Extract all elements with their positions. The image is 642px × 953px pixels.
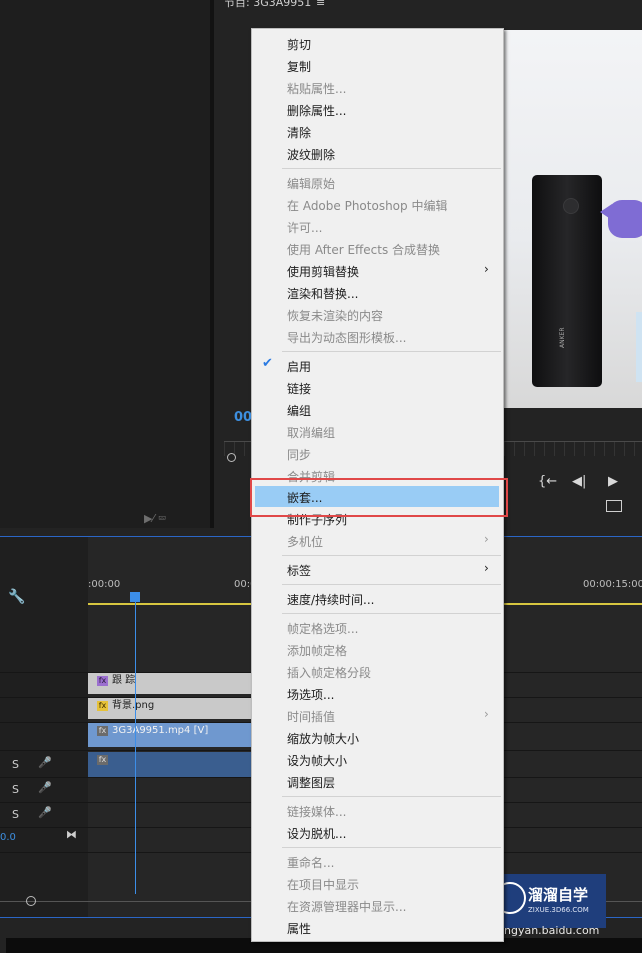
menu-item-make-offline[interactable]: 设为脱机...: [287, 825, 346, 842]
zoom-handle[interactable]: [26, 896, 36, 906]
left-panel: [0, 0, 210, 528]
left-panel-icons[interactable]: ▶⁄ ⮹: [144, 512, 167, 526]
clip-tracking[interactable]: fx 跟 踪: [88, 673, 253, 694]
ruler-label-end: 00:00:15:00: [583, 579, 642, 590]
menu-item-adjustment-layer[interactable]: 调整图层: [287, 774, 335, 791]
device-button-image: [563, 198, 579, 214]
menu-item-set-to-frame-size[interactable]: 设为帧大小: [287, 752, 347, 769]
device-brand-text: ANKER: [559, 327, 566, 349]
clip-name: 背景.png: [112, 700, 155, 711]
menu-item-properties[interactable]: 属性: [287, 920, 311, 937]
menu-separator: [282, 555, 501, 556]
program-monitor-title[interactable]: 节目: 3G3A9951: [224, 0, 311, 10]
clip-background-png[interactable]: fx 背景.png: [88, 698, 253, 719]
menu-item-insert-frame-hold-segment[interactable]: 插入帧定格分段: [287, 664, 371, 681]
watermark-site: ngyan.baidu.com: [504, 924, 600, 937]
menu-item-link-media[interactable]: 链接媒体...: [287, 803, 346, 820]
mic-icon[interactable]: 🎤: [38, 806, 52, 819]
submenu-arrow-icon: ›: [484, 532, 489, 546]
menu-item-multi-camera[interactable]: 多机位: [287, 533, 323, 550]
menu-separator: [282, 613, 501, 614]
speech-bubble: [608, 200, 642, 238]
fx-badge: fx: [97, 701, 108, 711]
clip-audio[interactable]: fx: [88, 752, 253, 777]
fx-badge: fx: [97, 726, 108, 736]
annotation-highlight-box: [250, 478, 508, 517]
fx-badge: fx: [97, 755, 108, 765]
menu-item-reveal-in-explorer[interactable]: 在资源管理器中显示...: [287, 898, 406, 915]
menu-item-label[interactable]: 标签: [287, 562, 311, 579]
menu-item-scale-to-frame-size[interactable]: 缩放为帧大小: [287, 730, 359, 747]
step-back-button[interactable]: ◀|: [572, 474, 586, 489]
solo-button[interactable]: S: [12, 783, 19, 796]
menu-item-reveal-in-project[interactable]: 在项目中显示: [287, 876, 359, 893]
clip-name: 跟 踪: [112, 675, 136, 686]
menu-separator: [282, 847, 501, 848]
submenu-arrow-icon: ›: [484, 561, 489, 575]
menu-separator: [282, 584, 501, 585]
menu-item-time-interpolation[interactable]: 时间插值: [287, 708, 335, 725]
ruler-label-start: :00:00: [88, 579, 121, 590]
go-to-in-button[interactable]: {←: [538, 474, 557, 489]
export-frame-icon[interactable]: [606, 500, 622, 512]
menu-item-speed-duration[interactable]: 速度/持续时间...: [287, 591, 375, 608]
solo-button[interactable]: S: [12, 758, 19, 771]
bowtie-icon[interactable]: ⧓: [66, 828, 77, 841]
timeline-playhead-line[interactable]: [135, 602, 136, 894]
play-button[interactable]: ▶: [608, 474, 618, 489]
menu-item-field-options[interactable]: 场选项...: [287, 686, 334, 703]
monitor-playhead-handle[interactable]: [227, 453, 236, 462]
fx-badge: fx: [97, 676, 108, 686]
clip-name: 3G3A9951.mp4 [V]: [112, 725, 209, 736]
mic-icon[interactable]: 🎤: [38, 756, 52, 769]
menu-item-frame-hold-options[interactable]: 帧定格选项...: [287, 620, 358, 637]
timeline-playhead-handle[interactable]: [130, 592, 140, 602]
watermark-title: 溜溜自学: [528, 886, 589, 904]
solo-button[interactable]: S: [12, 808, 19, 821]
menu-separator: [282, 796, 501, 797]
panel-menu-icon[interactable]: ≡: [316, 0, 325, 9]
menu-item-rename[interactable]: 重命名...: [287, 854, 334, 871]
menu-item-add-frame-hold[interactable]: 添加帧定格: [287, 642, 347, 659]
submenu-arrow-icon: ›: [484, 707, 489, 721]
cup-image: [636, 312, 642, 382]
wrench-icon[interactable]: 🔧: [8, 589, 25, 605]
clip-video[interactable]: fx 3G3A9951.mp4 [V]: [88, 723, 253, 747]
mic-icon[interactable]: 🎤: [38, 781, 52, 794]
master-volume-value[interactable]: 0.0: [0, 832, 16, 843]
playhead-timecode[interactable]: 00: [234, 410, 252, 425]
watermark-subtitle: ZIXUE.3D66.COM: [528, 906, 589, 914]
